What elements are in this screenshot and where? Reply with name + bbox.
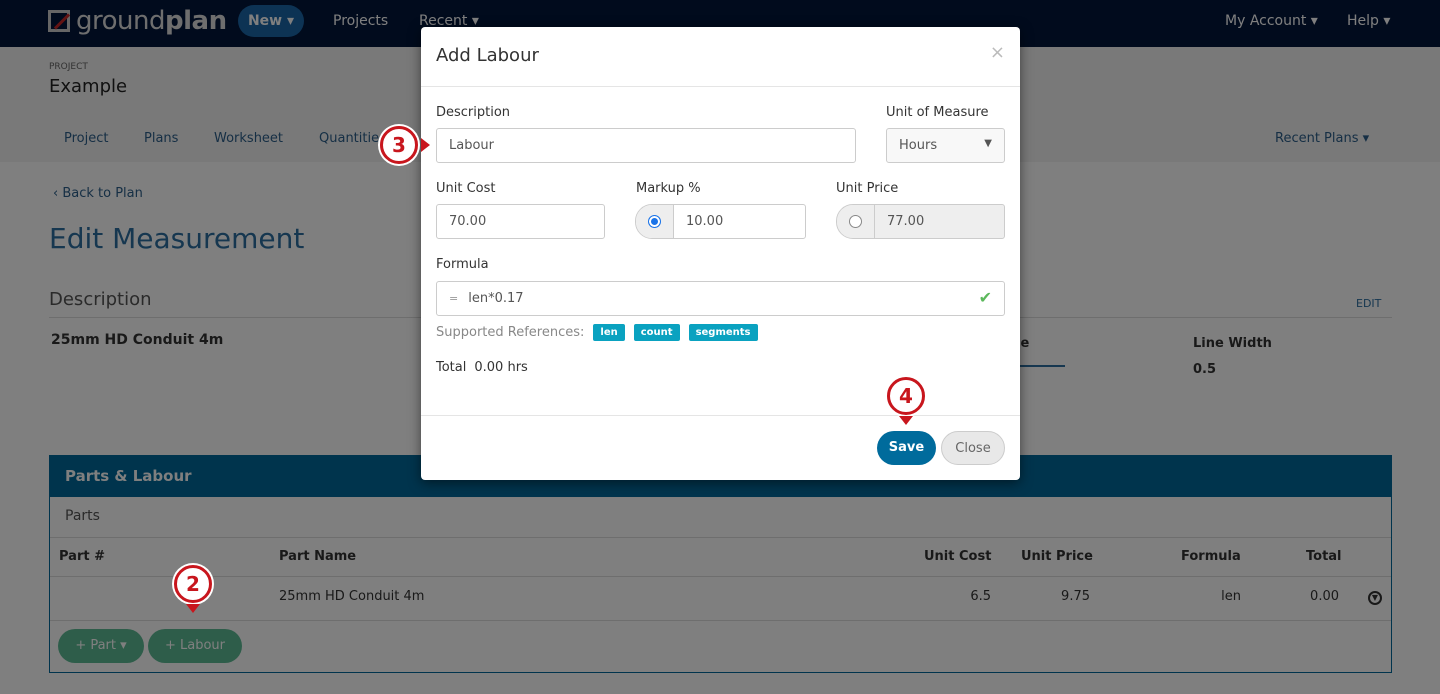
markup-label: Markup % bbox=[636, 181, 701, 196]
ref-tag-len[interactable]: len bbox=[593, 324, 625, 341]
uom-select[interactable]: Hours ▼ bbox=[886, 128, 1005, 163]
supported-references: Supported References: len count segments bbox=[436, 324, 758, 341]
uom-label: Unit of Measure bbox=[886, 105, 989, 120]
total-value: 0.00 hrs bbox=[474, 360, 528, 375]
add-labour-modal: Add Labour × Description Labour Unit of … bbox=[421, 27, 1020, 480]
unit-price-label: Unit Price bbox=[836, 181, 899, 196]
close-button[interactable]: Close bbox=[941, 431, 1005, 465]
pointer-icon bbox=[421, 138, 430, 152]
formula-input[interactable]: = len*0.17 ✔ bbox=[436, 281, 1005, 316]
uom-value: Hours bbox=[899, 138, 938, 153]
refs-label: Supported References: bbox=[436, 325, 585, 340]
markup-group: 10.00 bbox=[635, 204, 806, 239]
markup-input[interactable]: 10.00 bbox=[674, 205, 805, 238]
formula-value: len*0.17 bbox=[468, 291, 524, 306]
unit-cost-label: Unit Cost bbox=[436, 181, 496, 196]
checkmark-icon: ✔ bbox=[978, 288, 992, 307]
pointer-icon bbox=[899, 416, 913, 425]
annotation-badge: 4 bbox=[887, 377, 925, 415]
ref-tag-count[interactable]: count bbox=[633, 324, 680, 341]
divider bbox=[421, 415, 1020, 416]
close-icon[interactable]: × bbox=[990, 42, 1005, 63]
chevron-down-icon: ▼ bbox=[984, 138, 992, 149]
total: Total 0.00 hrs bbox=[436, 360, 528, 375]
save-button[interactable]: Save bbox=[877, 431, 936, 465]
unit-price-radio[interactable] bbox=[849, 215, 862, 228]
unit-price-input[interactable]: 77.00 bbox=[875, 205, 1004, 238]
pointer-icon bbox=[186, 604, 200, 613]
annotation-badge: 3 bbox=[380, 126, 418, 164]
total-label: Total bbox=[436, 360, 467, 375]
ref-tag-segments[interactable]: segments bbox=[688, 324, 758, 341]
divider bbox=[421, 86, 1020, 87]
modal-title: Add Labour bbox=[436, 45, 539, 66]
markup-radio[interactable] bbox=[648, 215, 661, 228]
description-input[interactable]: Labour bbox=[436, 128, 856, 163]
annotation-2: 2 bbox=[174, 565, 212, 613]
annotation-4: 4 bbox=[887, 377, 925, 425]
unit-price-group: 77.00 bbox=[836, 204, 1005, 239]
equals-icon: = bbox=[449, 292, 459, 305]
annotation-badge: 2 bbox=[174, 565, 212, 603]
unit-cost-input[interactable]: 70.00 bbox=[436, 204, 605, 239]
description-label: Description bbox=[436, 105, 511, 120]
annotation-3: 3 bbox=[380, 126, 430, 164]
formula-label: Formula bbox=[436, 257, 489, 272]
